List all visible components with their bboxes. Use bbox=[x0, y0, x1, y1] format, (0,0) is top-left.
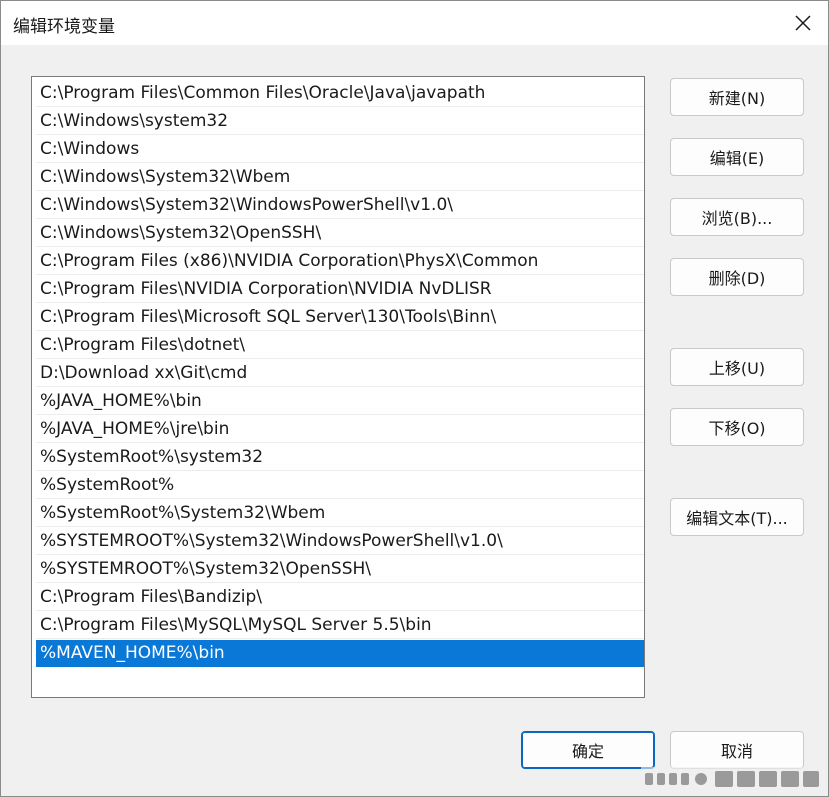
path-list-item[interactable]: C:\Program Files\Microsoft SQL Server\13… bbox=[36, 304, 644, 331]
ok-button[interactable]: 确定 bbox=[521, 731, 655, 769]
path-list-item[interactable]: C:\Program Files\MySQL\MySQL Server 5.5\… bbox=[36, 612, 644, 639]
path-list-item[interactable]: D:\Download xx\Git\cmd bbox=[36, 360, 644, 387]
path-list-item[interactable]: C:\Windows\System32\Wbem bbox=[36, 164, 644, 191]
path-list-item[interactable]: C:\Program Files\Common Files\Oracle\Jav… bbox=[36, 80, 644, 107]
path-list-item[interactable]: %JAVA_HOME%\bin bbox=[36, 388, 644, 415]
title-bar: 编辑环境变量 bbox=[1, 1, 828, 45]
path-list-item[interactable]: %SystemRoot% bbox=[36, 472, 644, 499]
move-up-button[interactable]: 上移(U) bbox=[670, 348, 804, 386]
path-list-item[interactable]: C:\Windows bbox=[36, 136, 644, 163]
delete-button[interactable]: 删除(D) bbox=[670, 258, 804, 296]
dialog-title: 编辑环境变量 bbox=[13, 17, 115, 37]
path-list[interactable]: C:\Program Files\Common Files\Oracle\Jav… bbox=[31, 76, 645, 698]
browse-button[interactable]: 浏览(B)... bbox=[670, 198, 804, 236]
edit-text-button[interactable]: 编辑文本(T)... bbox=[670, 498, 804, 536]
path-list-item[interactable]: %SystemRoot%\System32\Wbem bbox=[36, 500, 644, 527]
csdn-watermark bbox=[641, 767, 823, 791]
path-list-item[interactable]: C:\Program Files\NVIDIA Corporation\NVID… bbox=[36, 276, 644, 303]
close-button[interactable] bbox=[778, 1, 828, 45]
path-list-item[interactable]: %SystemRoot%\system32 bbox=[36, 444, 644, 471]
new-button[interactable]: 新建(N) bbox=[670, 78, 804, 116]
cancel-button[interactable]: 取消 bbox=[670, 731, 804, 769]
path-list-item[interactable]: C:\Windows\System32\OpenSSH\ bbox=[36, 220, 644, 247]
path-list-item[interactable]: %MAVEN_HOME%\bin bbox=[36, 640, 644, 667]
path-list-item[interactable]: C:\Program Files\Bandizip\ bbox=[36, 584, 644, 611]
edit-env-var-dialog: 编辑环境变量 C:\Program Files\Common Files\Ora… bbox=[0, 0, 829, 797]
edit-button[interactable]: 编辑(E) bbox=[670, 138, 804, 176]
move-down-button[interactable]: 下移(O) bbox=[670, 408, 804, 446]
close-icon bbox=[795, 15, 811, 31]
path-list-item[interactable]: C:\Program Files (x86)\NVIDIA Corporatio… bbox=[36, 248, 644, 275]
path-list-item[interactable]: C:\Windows\System32\WindowsPowerShell\v1… bbox=[36, 192, 644, 219]
path-list-item[interactable]: C:\Program Files\dotnet\ bbox=[36, 332, 644, 359]
path-list-item[interactable]: %SYSTEMROOT%\System32\OpenSSH\ bbox=[36, 556, 644, 583]
path-list-item[interactable]: C:\Windows\system32 bbox=[36, 108, 644, 135]
path-list-item[interactable]: %SYSTEMROOT%\System32\WindowsPowerShell\… bbox=[36, 528, 644, 555]
path-list-item[interactable]: %JAVA_HOME%\jre\bin bbox=[36, 416, 644, 443]
